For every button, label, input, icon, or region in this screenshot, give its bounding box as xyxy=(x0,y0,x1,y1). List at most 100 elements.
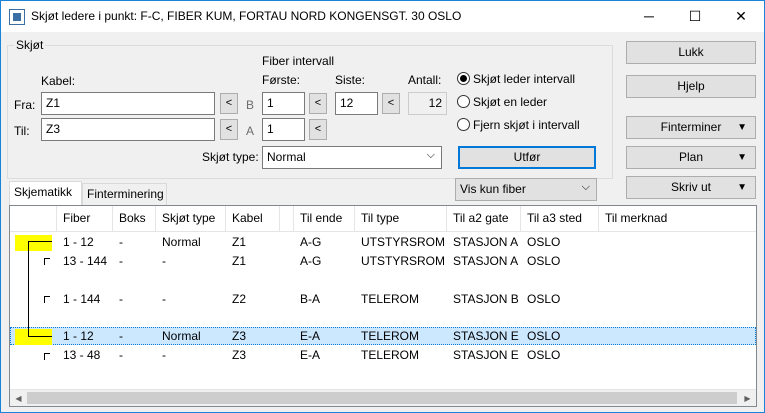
radio-label: Fjern skjøt i intervall xyxy=(473,118,580,132)
column-header-spacer[interactable] xyxy=(280,206,294,232)
scroll-right-icon[interactable]: ▶ xyxy=(739,390,756,406)
splice-connector-line xyxy=(28,336,52,337)
column-header-til-type[interactable]: Til type xyxy=(355,206,447,232)
skjot-type-select[interactable]: Normal ⌵ xyxy=(262,146,442,169)
lukk-button[interactable]: Lukk xyxy=(626,41,756,64)
finterminer-button[interactable]: Finterminer ▼ xyxy=(626,116,756,139)
cell-til-a3-sted: OSLO xyxy=(527,348,561,362)
splice-marker-yellow xyxy=(15,329,52,345)
fra-forste-input[interactable]: 1 xyxy=(262,92,305,115)
dropdown-arrow-icon: ▼ xyxy=(737,152,747,163)
hjelp-button[interactable]: Hjelp xyxy=(626,75,756,98)
fiber-tick-icon xyxy=(44,258,50,265)
fra-kabel-input[interactable]: Z1 xyxy=(41,92,215,115)
finterminer-label: Finterminer xyxy=(660,120,722,134)
til-forste-pick-button[interactable]: < xyxy=(309,119,327,140)
minimize-button[interactable]: ─ xyxy=(626,1,672,32)
fiber-tick-icon xyxy=(44,353,50,360)
cell-til-a3-sted: OSLO xyxy=(527,254,561,268)
column-header-til-merknad[interactable]: Til merknad xyxy=(599,206,756,232)
column-header-til-a2-gate[interactable]: Til a2 gate xyxy=(447,206,521,232)
cell-til-type: TELEROM xyxy=(361,292,420,306)
cell-til-a2-gate: STASJON E xyxy=(453,329,519,343)
radio-dot-icon xyxy=(457,95,470,108)
skjot-type-value: Normal xyxy=(267,150,306,164)
maximize-button[interactable]: ☐ xyxy=(672,1,718,32)
column-header-skjot-type[interactable]: Skjøt type xyxy=(156,206,226,232)
tab-finterminering[interactable]: Finterminering xyxy=(82,183,167,205)
cell-til-a2-gate: STASJON A xyxy=(453,235,519,249)
cell-fiber: 1 - 12 xyxy=(63,329,94,343)
chevron-down-icon: ⌵ xyxy=(581,181,590,193)
column-header-diagram[interactable] xyxy=(10,206,57,232)
scrollbar-thumb[interactable] xyxy=(27,392,737,404)
fra-label: Fra: xyxy=(14,98,36,112)
close-button[interactable]: ✕ xyxy=(718,1,764,32)
a-end-label: A xyxy=(246,124,255,138)
cell-til-ende: A-G xyxy=(300,254,322,268)
scroll-left-icon[interactable]: ◀ xyxy=(10,390,27,406)
cell-til-type: TELEROM xyxy=(361,329,420,343)
dialog-window: Skjøt ledere i punkt: F-C, FIBER KUM, FO… xyxy=(0,0,765,413)
cell-til-a3-sted: OSLO xyxy=(527,235,561,249)
skriv-ut-button[interactable]: Skriv ut ▼ xyxy=(626,176,756,199)
cell-til-merknad xyxy=(599,327,605,346)
cell-til-merknad xyxy=(599,233,605,252)
cell-til-merknad xyxy=(599,252,605,271)
cell-kabel: Z1 xyxy=(232,235,247,249)
cell-skjot-type: - xyxy=(162,254,166,268)
radio-fjern-skjot[interactable]: Fjern skjøt i intervall xyxy=(457,118,580,132)
fra-siste-input[interactable]: 12 xyxy=(335,92,378,115)
radio-skjot-en-leder[interactable]: Skjøt en leder xyxy=(457,95,547,109)
plan-button[interactable]: Plan ▼ xyxy=(626,146,756,169)
fiber-tick-icon xyxy=(44,296,50,303)
column-header-til-a3-sted[interactable]: Til a3 sted xyxy=(521,206,599,232)
splice-connector-line xyxy=(28,241,29,337)
til-kabel-pick-button[interactable]: < xyxy=(220,119,238,140)
cell-til-ende: E-A xyxy=(300,329,321,343)
splice-connector-line xyxy=(28,241,52,242)
column-header-boks[interactable]: Boks xyxy=(113,206,156,232)
cell-skjot-type: - xyxy=(162,348,166,362)
dropdown-arrow-icon: ▼ xyxy=(737,182,747,193)
view-filter-select[interactable]: Vis kun fiber ⌵ xyxy=(455,178,597,201)
fra-forste-pick-button[interactable]: < xyxy=(309,93,327,114)
splice-grid[interactable]: Fiber Boks Skjøt type Kabel Til ende Til… xyxy=(9,205,757,407)
forste-label: Første: xyxy=(262,73,300,87)
radio-label: Skjøt leder intervall xyxy=(473,72,576,86)
fra-siste-pick-button[interactable]: < xyxy=(382,93,400,114)
column-header-fiber[interactable]: Fiber xyxy=(57,206,113,232)
plan-label: Plan xyxy=(678,150,704,164)
cell-kabel: Z1 xyxy=(232,254,247,268)
radio-skjot-leder-intervall[interactable]: Skjøt leder intervall xyxy=(457,72,575,86)
cell-til-type: UTSTYRSROM xyxy=(361,235,445,249)
cell-skjot-type: Normal xyxy=(162,235,201,249)
cell-til-type: TELEROM xyxy=(361,348,420,362)
cell-til-a3-sted: OSLO xyxy=(527,292,561,306)
view-filter-value: Vis kun fiber xyxy=(460,182,526,196)
utfor-button[interactable]: Utfør xyxy=(458,146,596,169)
cell-boks: - xyxy=(119,292,123,306)
fra-kabel-pick-button[interactable]: < xyxy=(220,93,238,114)
horizontal-scrollbar[interactable]: ◀ ▶ xyxy=(10,389,756,406)
cell-fiber: 1 - 144 xyxy=(63,292,101,306)
antall-label: Antall: xyxy=(408,73,442,87)
column-header-til-ende[interactable]: Til ende xyxy=(294,206,355,232)
cell-til-a2-gate: STASJON A xyxy=(453,254,519,268)
cell-kabel: Z3 xyxy=(232,329,247,343)
cell-til-ende: B-A xyxy=(300,292,321,306)
cell-til-merknad xyxy=(599,346,605,365)
cell-til-ende: A-G xyxy=(300,235,322,249)
dropdown-arrow-icon: ▼ xyxy=(737,122,747,133)
column-header-kabel[interactable]: Kabel xyxy=(226,206,280,232)
radio-dot-icon xyxy=(457,72,470,85)
b-end-label: B xyxy=(246,98,255,112)
chevron-down-icon: ⌵ xyxy=(426,149,435,161)
tab-skjematikk[interactable]: Skjematikk xyxy=(9,181,82,205)
til-kabel-input[interactable]: Z3 xyxy=(41,118,215,141)
title-bar[interactable]: Skjøt ledere i punkt: F-C, FIBER KUM, FO… xyxy=(1,1,764,32)
cell-kabel: Z3 xyxy=(232,348,247,362)
til-forste-input[interactable]: 1 xyxy=(262,118,305,141)
cell-fiber: 13 - 144 xyxy=(63,254,108,268)
cell-boks: - xyxy=(119,348,123,362)
